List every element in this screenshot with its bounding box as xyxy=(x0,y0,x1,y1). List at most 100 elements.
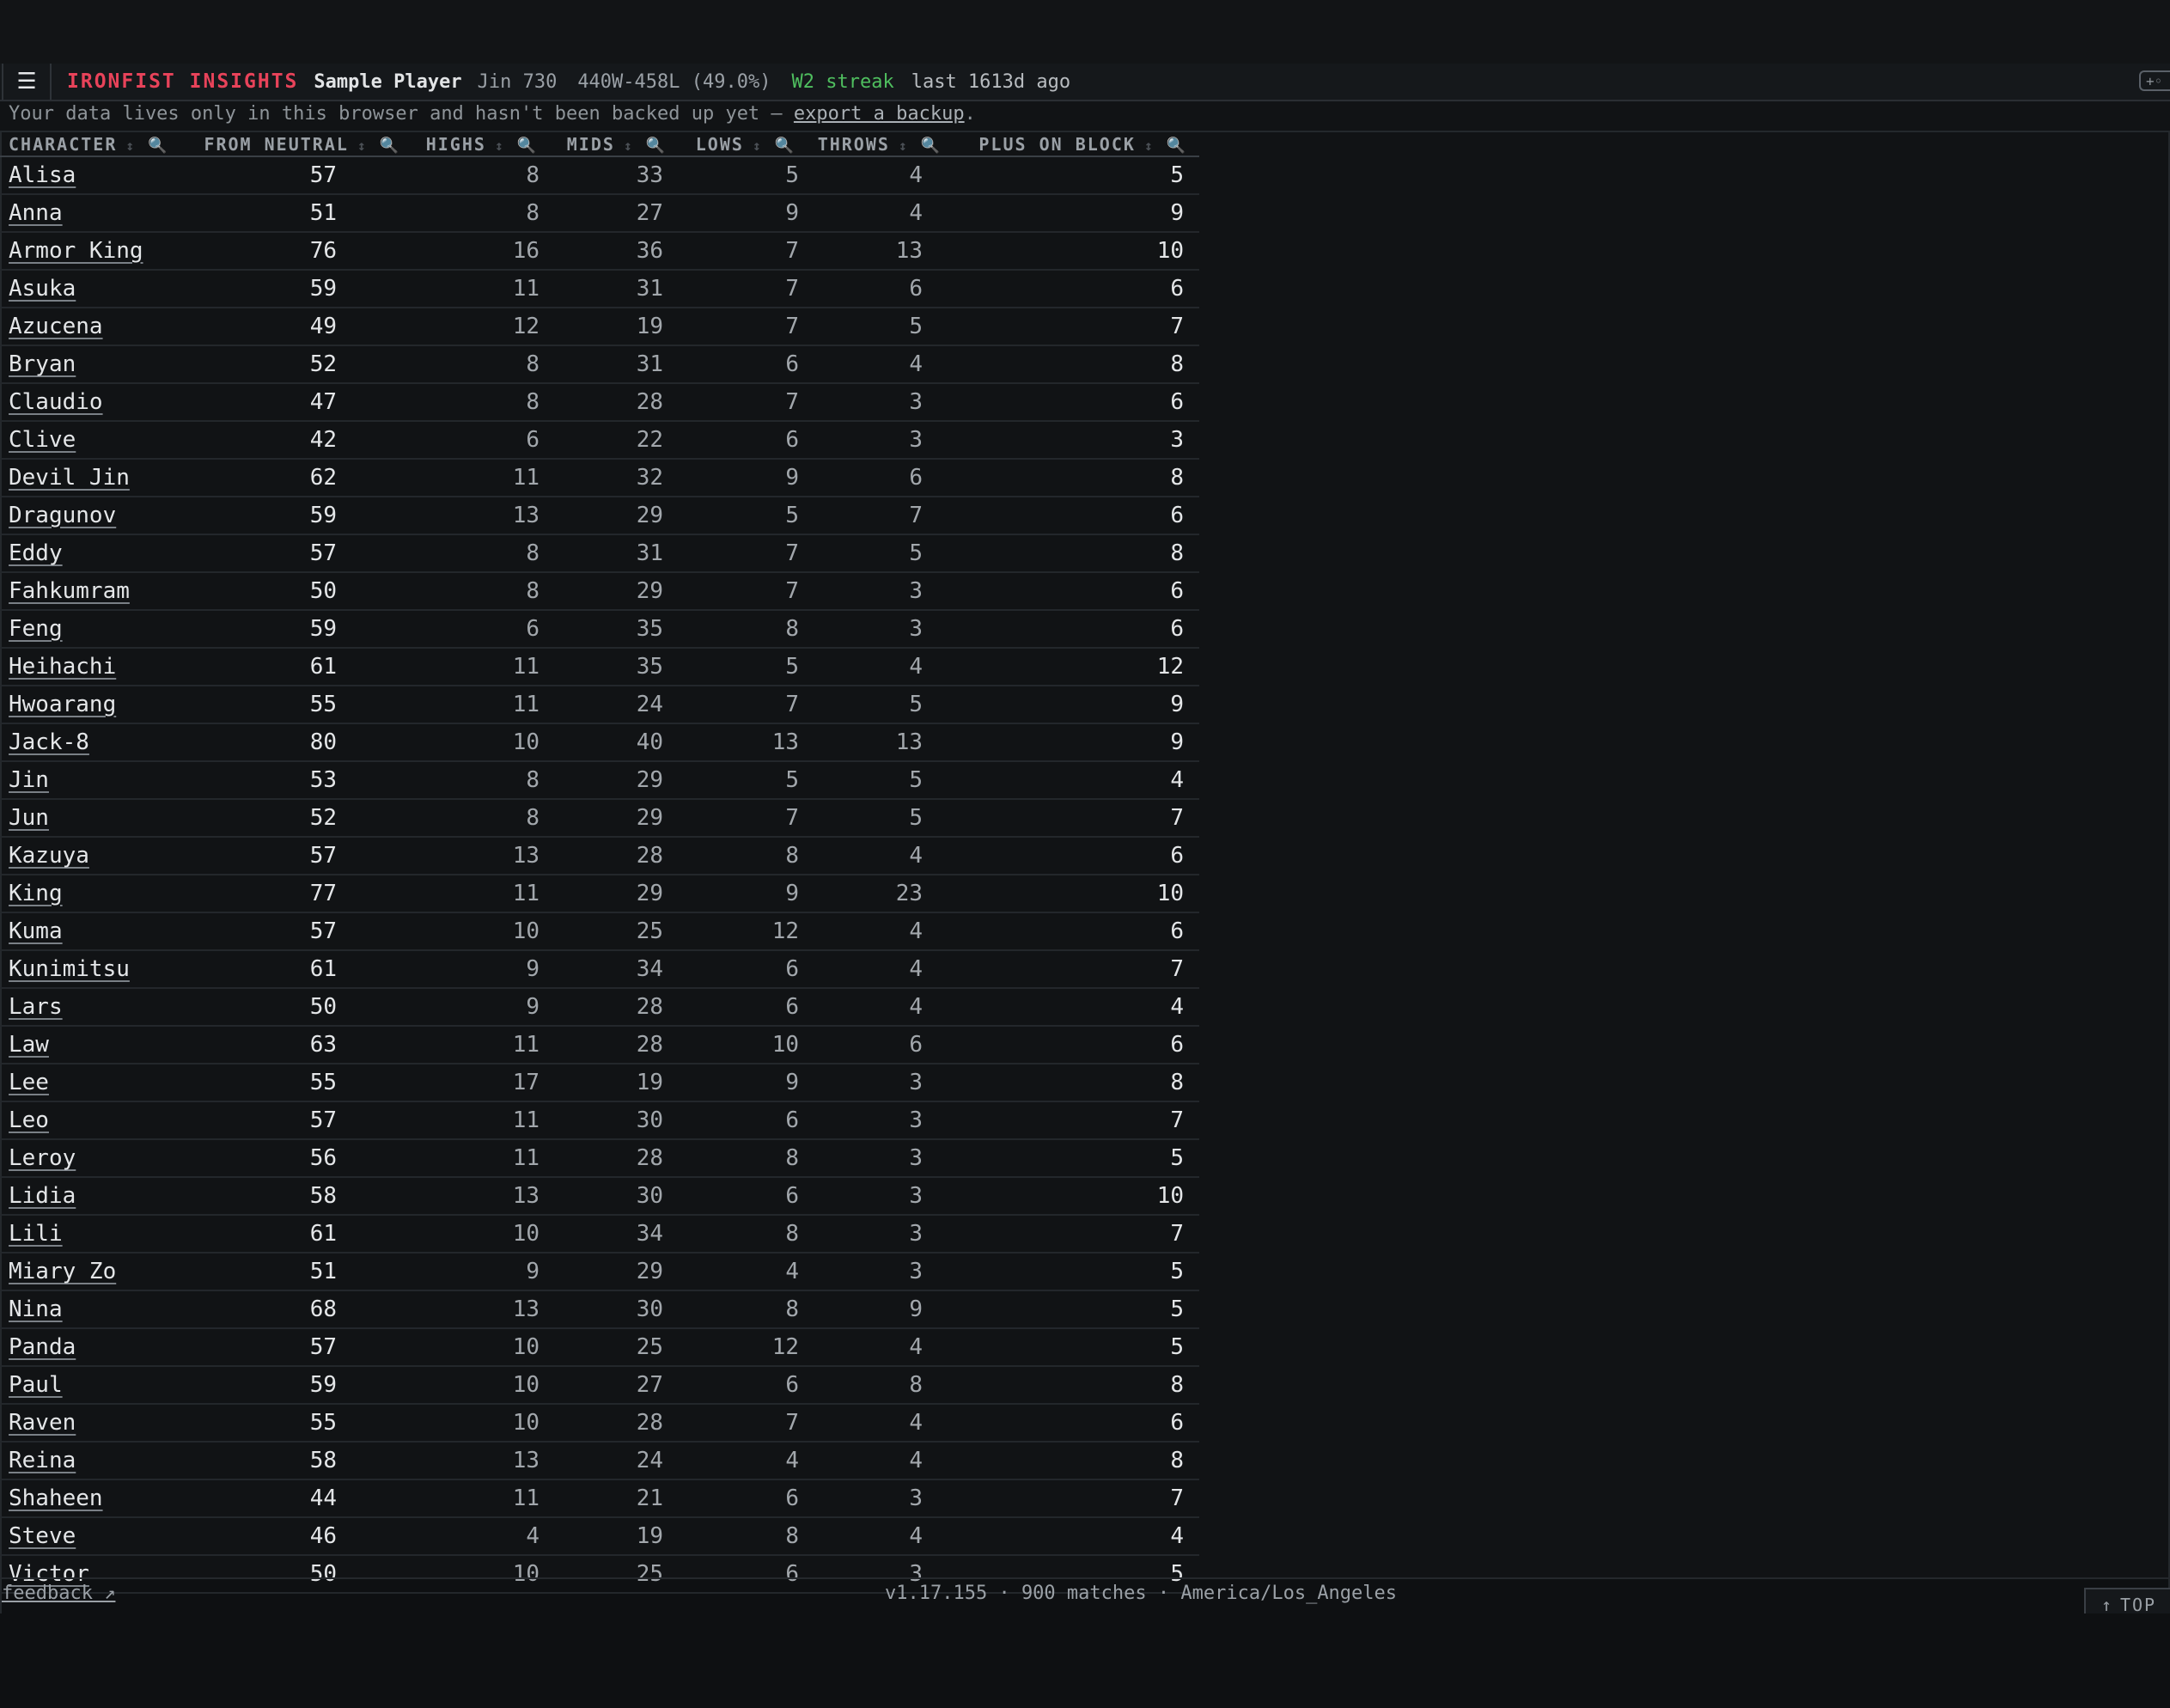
search-icon[interactable]: 🔍 xyxy=(517,137,538,155)
menu-button[interactable]: ☰ xyxy=(2,64,52,100)
character-link[interactable]: Devil Jin xyxy=(9,465,130,491)
character-link[interactable]: Clive xyxy=(9,427,76,453)
character-link[interactable]: Jack-8 xyxy=(9,729,89,755)
character-link[interactable]: Claudio xyxy=(9,389,103,415)
character-name-cell[interactable]: Bryan xyxy=(0,345,172,384)
character-link[interactable]: Anna xyxy=(9,200,63,226)
column-header-mids[interactable]: MIDS ↕ 🔍 xyxy=(550,132,679,157)
search-icon[interactable]: 🔍 xyxy=(380,137,400,155)
column-header-highs[interactable]: HIGHS ↕ 🔍 xyxy=(412,132,550,157)
character-name-cell[interactable]: Armor King xyxy=(0,232,172,271)
brand-title[interactable]: IRONFIST INSIGHTS xyxy=(67,70,298,93)
character-name-cell[interactable]: Kuma xyxy=(0,912,172,951)
character-link[interactable]: Jin xyxy=(9,767,49,793)
character-name-cell[interactable]: Hwoarang xyxy=(0,686,172,724)
character-link[interactable]: King xyxy=(9,881,63,906)
character-name-cell[interactable]: Leo xyxy=(0,1101,172,1140)
search-icon[interactable]: 🔍 xyxy=(921,137,942,155)
character-name-cell[interactable]: Panda xyxy=(0,1328,172,1367)
character-name-cell[interactable]: Jun xyxy=(0,799,172,838)
feedback-link[interactable]: feedback ↗ xyxy=(2,1583,115,1604)
character-name-cell[interactable]: Claudio xyxy=(0,383,172,422)
character-link[interactable]: Feng xyxy=(9,616,63,642)
character-name-cell[interactable]: Dragunov xyxy=(0,497,172,535)
search-icon[interactable]: 🔍 xyxy=(775,137,795,155)
character-link[interactable]: Shaheen xyxy=(9,1485,103,1511)
character-name-cell[interactable]: Lidia xyxy=(0,1177,172,1216)
sort-icon[interactable]: ↕ xyxy=(753,137,763,154)
sort-icon[interactable]: ↕ xyxy=(624,137,634,154)
character-name-cell[interactable]: Lee xyxy=(0,1064,172,1102)
character-name-cell[interactable]: Paul xyxy=(0,1366,172,1405)
column-header-plus-on-block[interactable]: PLUS ON BLOCK ↕ 🔍 xyxy=(954,132,1199,157)
character-link[interactable]: Kunimitsu xyxy=(9,956,130,982)
character-link[interactable]: Jun xyxy=(9,805,49,831)
export-backup-link[interactable]: export a backup xyxy=(794,103,965,125)
character-link[interactable]: Azucena xyxy=(9,314,103,339)
character-name-cell[interactable]: Asuka xyxy=(0,270,172,308)
character-name-cell[interactable]: Shaheen xyxy=(0,1479,172,1518)
character-name-cell[interactable]: Clive xyxy=(0,421,172,460)
character-name-cell[interactable]: Steve xyxy=(0,1517,172,1556)
character-link[interactable]: Armor King xyxy=(9,238,143,264)
character-name-cell[interactable]: Kunimitsu xyxy=(0,950,172,989)
character-link[interactable]: Hwoarang xyxy=(9,692,116,717)
column-header-lows[interactable]: LOWS ↕ 🔍 xyxy=(679,132,808,157)
sort-icon[interactable]: ↕ xyxy=(125,137,136,154)
character-name-cell[interactable]: Alisa xyxy=(0,156,172,195)
character-name-cell[interactable]: Jin xyxy=(0,761,172,800)
character-link[interactable]: Lidia xyxy=(9,1183,76,1209)
character-link[interactable]: Lili xyxy=(9,1221,63,1247)
character-name-cell[interactable]: Miary Zo xyxy=(0,1253,172,1291)
character-link[interactable]: Asuka xyxy=(9,276,76,302)
character-name-cell[interactable]: Eddy xyxy=(0,534,172,573)
character-link[interactable]: Kuma xyxy=(9,918,63,944)
sort-icon[interactable]: ↕ xyxy=(1144,137,1155,154)
character-name-cell[interactable]: King xyxy=(0,875,172,913)
character-link[interactable]: Steve xyxy=(9,1523,76,1549)
character-link[interactable]: Lee xyxy=(9,1070,49,1095)
character-link[interactable]: Leo xyxy=(9,1107,49,1133)
character-link[interactable]: Dragunov xyxy=(9,503,116,528)
sort-icon[interactable]: ↕ xyxy=(495,137,505,154)
character-link[interactable]: Raven xyxy=(9,1410,76,1436)
character-name-cell[interactable]: Kazuya xyxy=(0,837,172,875)
character-name-cell[interactable]: Lili xyxy=(0,1215,172,1254)
character-name-cell[interactable]: Fahkumram xyxy=(0,572,172,611)
character-link[interactable]: Miary Zo xyxy=(9,1259,116,1284)
sort-icon[interactable]: ↕ xyxy=(357,137,368,154)
character-name-cell[interactable]: Azucena xyxy=(0,308,172,346)
character-name-cell[interactable]: Law xyxy=(0,1026,172,1064)
character-name-cell[interactable]: Leroy xyxy=(0,1139,172,1178)
character-link[interactable]: Leroy xyxy=(9,1145,76,1171)
character-name-cell[interactable]: Feng xyxy=(0,610,172,649)
character-name-cell[interactable]: Devil Jin xyxy=(0,459,172,497)
character-name-cell[interactable]: Reina xyxy=(0,1442,172,1480)
character-name-cell[interactable]: Raven xyxy=(0,1404,172,1443)
character-link[interactable]: Lars xyxy=(9,994,63,1020)
character-link[interactable]: Nina xyxy=(9,1296,63,1322)
character-name-cell[interactable]: Nina xyxy=(0,1290,172,1329)
column-header-character[interactable]: CHARACTER ↕ 🔍 xyxy=(0,132,172,157)
character-link[interactable]: Paul xyxy=(9,1372,63,1398)
character-name-cell[interactable]: Heihachi xyxy=(0,648,172,686)
search-icon[interactable]: 🔍 xyxy=(646,137,667,155)
character-name-cell[interactable]: Jack-8 xyxy=(0,723,172,762)
column-header-throws[interactable]: THROWS ↕ 🔍 xyxy=(808,132,954,157)
character-link[interactable]: Eddy xyxy=(9,540,63,566)
character-link[interactable]: Alisa xyxy=(9,162,76,188)
character-link[interactable]: Heihachi xyxy=(9,654,116,680)
character-name-cell[interactable]: Lars xyxy=(0,988,172,1027)
character-link[interactable]: Kazuya xyxy=(9,843,89,869)
character-link[interactable]: Reina xyxy=(9,1448,76,1473)
character-link[interactable]: Bryan xyxy=(9,351,76,377)
gamepad-icon[interactable]: +◦ xyxy=(2139,70,2170,91)
column-header-from-neutral[interactable]: FROM NEUTRAL ↕ 🔍 xyxy=(172,132,412,157)
search-icon[interactable]: 🔍 xyxy=(148,137,168,155)
character-link[interactable]: Law xyxy=(9,1032,49,1058)
character-link[interactable]: Fahkumram xyxy=(9,578,130,604)
character-name-cell[interactable]: Anna xyxy=(0,194,172,233)
character-link[interactable]: Panda xyxy=(9,1334,76,1360)
sort-icon[interactable]: ↕ xyxy=(899,137,909,154)
search-icon[interactable]: 🔍 xyxy=(1167,137,1187,155)
